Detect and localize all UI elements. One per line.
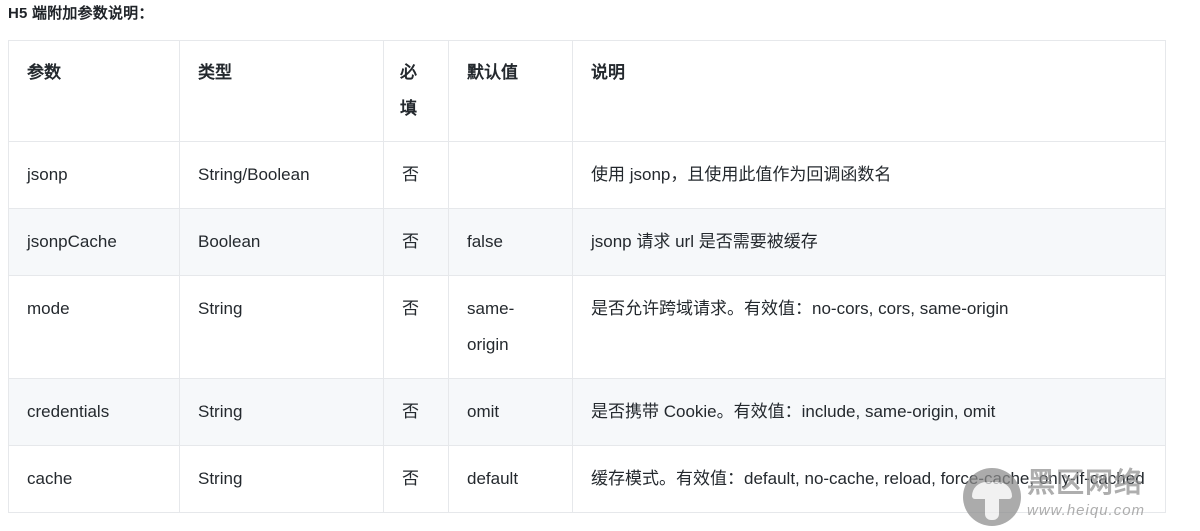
cell-param: jsonpCache [8, 208, 180, 276]
cell-param: jsonp [8, 141, 180, 209]
cell-default [448, 141, 573, 209]
table-header: 参数 类型 必填 默认值 说明 [8, 40, 1166, 142]
cell-required: 否 [383, 208, 449, 276]
column-header-type: 类型 [179, 40, 384, 142]
table-row: cache String 否 default 缓存模式。有效值：default,… [8, 445, 1166, 513]
column-header-default: 默认值 [448, 40, 573, 142]
table-row: credentials String 否 omit 是否携带 Cookie。有效… [8, 378, 1166, 446]
cell-description: 缓存模式。有效值：default, no-cache, reload, forc… [572, 445, 1166, 513]
cell-required: 否 [383, 445, 449, 513]
cell-type: String/Boolean [179, 141, 384, 209]
cell-type: String [179, 378, 384, 446]
cell-required: 否 [383, 378, 449, 446]
cell-param: credentials [8, 378, 180, 446]
table-row: jsonp String/Boolean 否 使用 jsonp，且使用此值作为回… [8, 141, 1166, 209]
column-header-param: 参数 [8, 40, 180, 142]
document-page: H5 端附加参数说明： 参数 类型 必填 默认值 说明 jsonp String… [0, 0, 1200, 531]
cell-default: same-origin [448, 275, 573, 379]
table-row: mode String 否 same-origin 是否允许跨域请求。有效值：n… [8, 275, 1166, 379]
cell-description: 使用 jsonp，且使用此值作为回调函数名 [572, 141, 1166, 209]
cell-required: 否 [383, 275, 449, 379]
cell-type: String [179, 445, 384, 513]
cell-required: 否 [383, 141, 449, 209]
table-row: jsonpCache Boolean 否 false jsonp 请求 url … [8, 208, 1166, 276]
table-body: jsonp String/Boolean 否 使用 jsonp，且使用此值作为回… [8, 141, 1166, 513]
cell-description: 是否允许跨域请求。有效值：no-cors, cors, same-origin [572, 275, 1166, 379]
cell-description: jsonp 请求 url 是否需要被缓存 [572, 208, 1166, 276]
column-header-description: 说明 [572, 40, 1166, 142]
parameter-table-container: 参数 类型 必填 默认值 说明 jsonp String/Boolean 否 使… [8, 40, 1166, 513]
table-header-row: 参数 类型 必填 默认值 说明 [8, 40, 1166, 142]
column-header-required: 必填 [383, 40, 449, 142]
page-title: H5 端附加参数说明： [8, 5, 154, 22]
column-header-required-label: 必填 [400, 63, 417, 118]
cell-param: mode [8, 275, 180, 379]
cell-default: default [448, 445, 573, 513]
cell-type: String [179, 275, 384, 379]
cell-type: Boolean [179, 208, 384, 276]
cell-default: omit [448, 378, 573, 446]
cell-default: false [448, 208, 573, 276]
cell-description: 是否携带 Cookie。有效值：include, same-origin, om… [572, 378, 1166, 446]
cell-param: cache [8, 445, 180, 513]
parameter-table: 参数 类型 必填 默认值 说明 jsonp String/Boolean 否 使… [8, 40, 1166, 513]
